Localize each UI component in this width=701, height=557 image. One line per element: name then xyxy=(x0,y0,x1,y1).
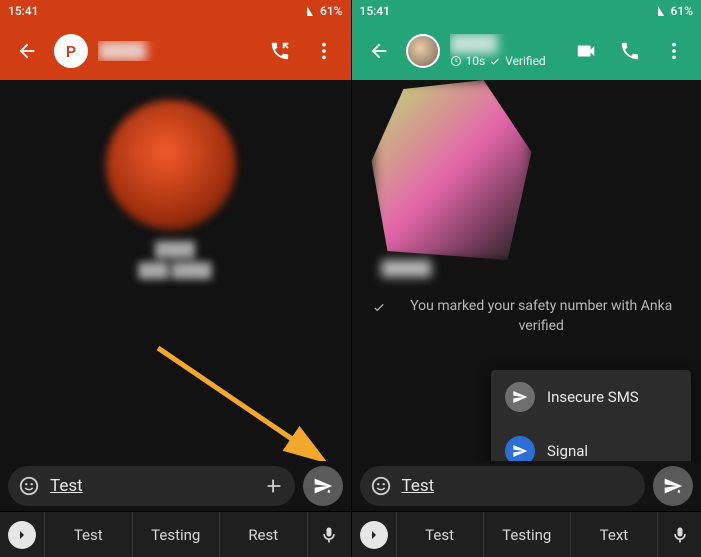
avatar[interactable]: P xyxy=(54,34,88,68)
contact-info-blur: ███████ ████ xyxy=(100,240,250,282)
contact-avatar-large xyxy=(372,80,532,260)
chat-header: P ████ xyxy=(0,22,351,80)
clock: 15:41 xyxy=(8,4,38,18)
expand-button[interactable] xyxy=(0,512,44,557)
message-input-bar: Test xyxy=(352,461,701,511)
video-call-button[interactable] xyxy=(569,34,603,68)
header-subtitle: 10s Verified xyxy=(450,54,560,68)
voice-input-button[interactable] xyxy=(307,512,351,557)
status-icons: 61% xyxy=(655,4,693,18)
send-icon xyxy=(505,436,535,461)
send-button[interactable] xyxy=(303,466,343,506)
suggestion-2[interactable]: Testing xyxy=(132,512,220,557)
annotation-arrow xyxy=(150,340,340,461)
contact-avatar-large xyxy=(106,100,236,230)
chat-content: ███████ ████ xyxy=(0,80,351,461)
status-bar: 15:41 61% xyxy=(0,0,351,22)
more-button[interactable] xyxy=(307,34,341,68)
suggestion-3[interactable]: Rest xyxy=(219,512,307,557)
send-method-menu: Insecure SMS Signal xyxy=(491,370,691,461)
expand-button[interactable] xyxy=(352,512,396,557)
message-text: Test xyxy=(50,476,253,496)
send-icon xyxy=(505,382,535,412)
verified-label: Verified xyxy=(505,54,546,68)
more-button[interactable] xyxy=(657,34,691,68)
status-bar: 15:41 61% xyxy=(352,0,701,22)
chat-header: ████ 10s Verified xyxy=(352,22,701,80)
attach-icon[interactable] xyxy=(263,475,285,497)
message-text: Test xyxy=(402,476,636,496)
suggestion-2[interactable]: Testing xyxy=(483,512,570,557)
message-input[interactable]: Test xyxy=(360,466,646,506)
suggestion-3[interactable]: Text xyxy=(570,512,657,557)
call-button[interactable] xyxy=(613,34,647,68)
avatar[interactable] xyxy=(406,34,440,68)
send-button[interactable] xyxy=(653,466,693,506)
back-button[interactable] xyxy=(10,34,44,68)
chat-content: █████ You marked your safety number with… xyxy=(352,80,701,461)
message-input-bar: Test xyxy=(0,461,351,511)
keyboard-suggestion-row: Test Testing Text xyxy=(352,511,701,557)
back-button[interactable] xyxy=(362,34,396,68)
disappearing-timer: 10s xyxy=(466,54,486,68)
contact-name[interactable]: ████ xyxy=(98,41,253,61)
emoji-icon[interactable] xyxy=(18,475,40,497)
contact-name[interactable]: ████ xyxy=(450,34,560,54)
suggestion-1[interactable]: Test xyxy=(44,512,132,557)
keyboard-suggestion-row: Test Testing Rest xyxy=(0,511,351,557)
menu-signal[interactable]: Signal xyxy=(491,424,691,461)
contact-info-blur: █████ xyxy=(382,260,462,277)
message-input[interactable]: Test xyxy=(8,466,295,506)
status-icons: 61% xyxy=(304,4,342,18)
clock: 15:41 xyxy=(360,4,390,18)
safety-number-message: You marked your safety number with Anka … xyxy=(372,297,692,336)
menu-insecure-sms[interactable]: Insecure SMS xyxy=(491,370,691,424)
voice-input-button[interactable] xyxy=(657,512,701,557)
suggestion-1[interactable]: Test xyxy=(396,512,483,557)
call-button[interactable] xyxy=(263,34,297,68)
emoji-icon[interactable] xyxy=(370,475,392,497)
